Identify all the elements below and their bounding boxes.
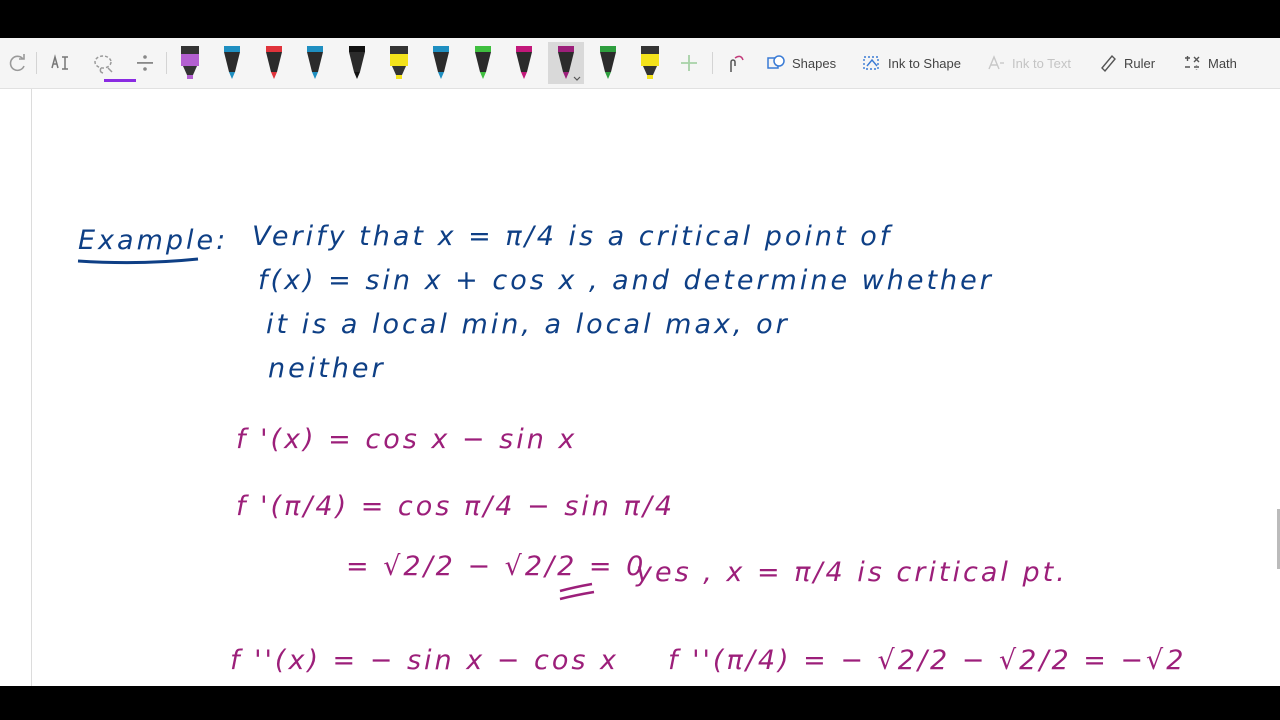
problem-line: f(x) = sin x + cos x , and determine whe… — [258, 265, 994, 296]
ink-to-text-label: Ink to Text — [1012, 55, 1072, 71]
ruler-button[interactable]: Ruler — [1098, 51, 1155, 75]
active-tool-indicator — [104, 79, 136, 82]
problem-line: it is a local min, a local max, or — [266, 309, 790, 340]
redo-icon[interactable] — [4, 50, 30, 76]
example-label: Example: — [78, 225, 229, 256]
math-label: Math — [1208, 55, 1237, 71]
ink-to-shape-button[interactable]: Ink to Shape — [862, 51, 961, 75]
toolbar-separator — [166, 52, 167, 74]
shapes-button[interactable]: Shapes — [766, 51, 836, 75]
lasso-select-icon[interactable] — [90, 50, 116, 76]
work-line: yes , x = π/4 is critical pt. — [636, 557, 1068, 588]
highlighter-1[interactable] — [172, 42, 208, 84]
work-line: f ''(π/4) = − √2/2 − √2/2 = −√2 — [668, 645, 1187, 676]
toolbar-separator — [36, 52, 37, 74]
highlighter-icon — [390, 46, 408, 79]
eraser-icon[interactable] — [132, 50, 158, 76]
pen-3[interactable] — [256, 42, 292, 84]
highlighter-6[interactable] — [381, 42, 417, 84]
pen-icon — [265, 46, 282, 79]
touch-writing-icon[interactable] — [722, 50, 748, 76]
pen-4[interactable] — [297, 42, 333, 84]
problem-line: neither — [268, 353, 386, 384]
work-line: f '(π/4) = cos π/4 − sin π/4 — [236, 491, 676, 522]
text-select-icon[interactable] — [47, 50, 73, 76]
pen-2[interactable] — [214, 42, 250, 84]
pen-icon — [516, 46, 533, 79]
pen-icon — [432, 46, 449, 79]
pen-8[interactable] — [465, 42, 501, 84]
bottom-black-bar — [0, 686, 1280, 720]
ruler-icon — [1098, 53, 1118, 73]
problem-line: Verify that x = π/4 is a critical point … — [252, 221, 893, 252]
pen-10[interactable] — [548, 42, 585, 84]
pen-9[interactable] — [506, 42, 542, 84]
ink-to-text-button[interactable]: Ink to Text — [986, 51, 1071, 75]
ink-to-shape-label: Ink to Shape — [888, 55, 961, 71]
top-black-bar — [0, 0, 1280, 38]
pen-icon — [558, 46, 581, 81]
work-line: f ''(x) = − sin x − cos x — [230, 645, 619, 676]
pen-icon — [223, 46, 240, 79]
toolbar-separator — [712, 52, 713, 74]
pen-icon — [307, 46, 324, 79]
pen-icon — [600, 46, 616, 79]
pen-11[interactable] — [590, 42, 626, 84]
math-button[interactable]: Math — [1182, 51, 1237, 75]
pen-icon — [349, 46, 366, 79]
pen-7[interactable] — [423, 42, 459, 84]
shapes-label: Shapes — [792, 55, 837, 71]
ruler-label: Ruler — [1124, 55, 1156, 71]
highlighter-icon — [640, 46, 659, 79]
ink-layer — [77, 257, 595, 601]
highlighter-icon — [181, 46, 199, 79]
add-pen-icon[interactable] — [676, 50, 702, 76]
pen-icon — [474, 46, 491, 79]
pen-5[interactable] — [339, 42, 375, 84]
math-icon — [1182, 53, 1202, 73]
highlighter-12[interactable] — [632, 42, 668, 84]
work-line: = √2/2 − √2/2 = 0 — [346, 551, 647, 582]
shapes-icon — [766, 53, 786, 73]
note-canvas[interactable]: Example: Verify that x = π/4 is a critic… — [0, 89, 1280, 686]
ink-to-text-icon — [986, 53, 1006, 73]
work-line: f '(x) = cos x − sin x — [236, 424, 578, 455]
draw-toolbar: Shapes Ink to Shape Ink to Text Ruler Ma… — [0, 38, 1280, 89]
ink-to-shape-icon — [862, 53, 882, 73]
